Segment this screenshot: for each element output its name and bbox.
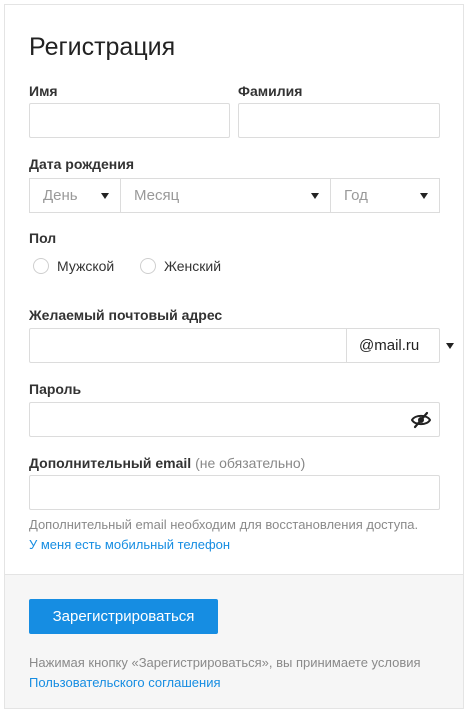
birth-day-select[interactable]: День bbox=[29, 178, 121, 213]
last-name-input[interactable] bbox=[239, 104, 439, 137]
extra-email-label-text: Дополнительный email bbox=[29, 455, 192, 471]
birth-month-select[interactable]: Месяц bbox=[120, 178, 331, 213]
form-footer: Зарегистрироваться Нажимая кнопку «Зарег… bbox=[5, 574, 463, 708]
email-field[interactable]: @mail.ru bbox=[29, 328, 454, 363]
radio-circle[interactable] bbox=[140, 258, 156, 274]
chevron-down-icon bbox=[101, 193, 109, 199]
radio-circle[interactable] bbox=[33, 258, 49, 274]
first-name-label: Имя bbox=[29, 83, 58, 99]
user-agreement-link[interactable]: Пользовательского соглашения bbox=[29, 675, 221, 690]
extra-email-label: Дополнительный email (не обязательно) bbox=[29, 455, 305, 471]
chevron-down-icon bbox=[420, 193, 428, 199]
chevron-down-icon bbox=[446, 343, 454, 349]
extra-email-field[interactable] bbox=[29, 475, 440, 510]
extra-email-hint-text: Дополнительный email необходим для восст… bbox=[29, 517, 419, 532]
gender-male-label[interactable]: Мужской bbox=[57, 258, 114, 274]
email-domain-select[interactable]: @mail.ru bbox=[346, 329, 464, 362]
first-name-input[interactable] bbox=[30, 104, 229, 137]
email-domain-value: @mail.ru bbox=[359, 337, 420, 354]
extra-email-optional-note: (не обязательно) bbox=[195, 455, 306, 471]
email-input[interactable] bbox=[30, 329, 344, 362]
last-name-label: Фамилия bbox=[238, 83, 303, 99]
register-button[interactable]: Зарегистрироваться bbox=[29, 599, 218, 634]
terms-text: Нажимая кнопку «Зарегистрироваться», вы … bbox=[29, 655, 421, 670]
extra-email-input[interactable] bbox=[30, 476, 439, 509]
last-name-field[interactable] bbox=[238, 103, 440, 138]
gender-male-radio[interactable]: Мужской bbox=[33, 258, 114, 274]
email-label: Желаемый почтовый адрес bbox=[29, 307, 223, 323]
mobile-phone-link[interactable]: У меня есть мобильный телефон bbox=[29, 537, 230, 552]
chevron-down-icon bbox=[311, 193, 319, 199]
eye-slash-icon[interactable] bbox=[410, 411, 432, 429]
gender-label: Пол bbox=[29, 230, 57, 246]
password-input[interactable] bbox=[30, 403, 400, 436]
birth-month-value: Месяц bbox=[134, 187, 180, 204]
gender-female-radio[interactable]: Женский bbox=[140, 258, 221, 274]
first-name-field[interactable] bbox=[29, 103, 230, 138]
extra-email-hint: Дополнительный email необходим для восст… bbox=[29, 515, 429, 555]
page-title: Регистрация bbox=[29, 33, 176, 61]
gender-female-label[interactable]: Женский bbox=[164, 258, 221, 274]
terms-notice: Нажимая кнопку «Зарегистрироваться», вы … bbox=[29, 653, 449, 693]
password-label: Пароль bbox=[29, 381, 82, 397]
birth-year-value: Год bbox=[344, 187, 368, 204]
birth-day-value: День bbox=[43, 187, 78, 204]
birth-year-select[interactable]: Год bbox=[330, 178, 440, 213]
registration-form: Регистрация Имя Фамилия Дата рождения Де… bbox=[5, 5, 463, 574]
password-field[interactable] bbox=[29, 402, 440, 437]
birth-date-label: Дата рождения bbox=[29, 156, 135, 172]
registration-card: Регистрация Имя Фамилия Дата рождения Де… bbox=[4, 4, 464, 709]
